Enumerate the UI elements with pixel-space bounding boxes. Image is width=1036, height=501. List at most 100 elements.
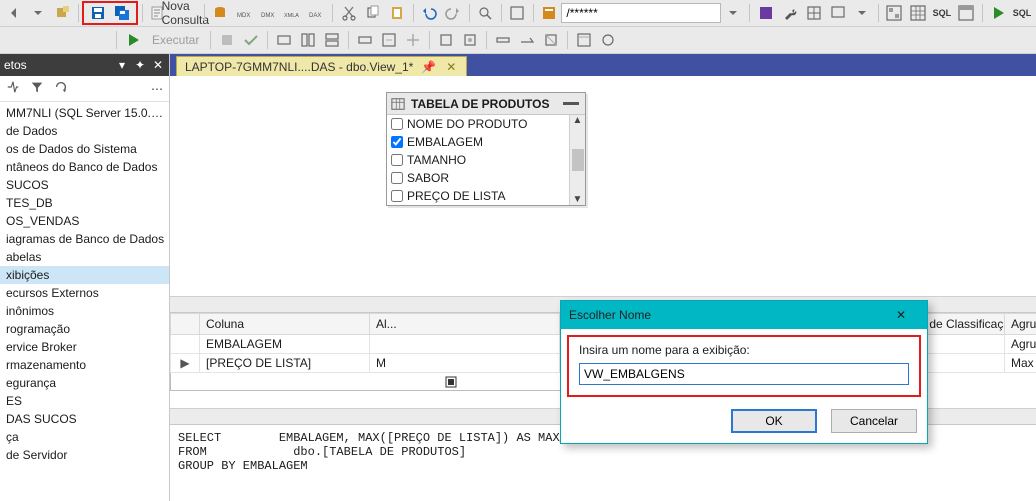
panel-dropdown-icon[interactable]: ▾ (115, 58, 129, 72)
tree-item[interactable]: egurança (0, 374, 169, 392)
tree-item[interactable]: rogramação (0, 320, 169, 338)
scroll-thumb[interactable] (572, 149, 584, 171)
properties-icon[interactable] (538, 2, 560, 24)
copy-icon[interactable] (362, 2, 384, 24)
tools-more-icon[interactable]: ⋯ (151, 82, 163, 96)
refresh-icon[interactable] (54, 80, 68, 97)
tb2-i-icon[interactable] (492, 29, 514, 51)
column-checkbox[interactable] (391, 136, 403, 148)
object-tree[interactable]: MM7NLI (SQL Server 15.0.2000.! de Dados … (0, 102, 169, 501)
column-checkbox[interactable] (391, 154, 403, 166)
column-checkbox[interactable] (391, 118, 403, 130)
criteria-cell[interactable]: [PREÇO DE LISTA] (200, 354, 370, 373)
scroll-down-icon[interactable]: ▼ (573, 194, 583, 205)
tb2-l-icon[interactable] (573, 29, 595, 51)
tb2-g-icon[interactable] (435, 29, 457, 51)
tb2-k-icon[interactable] (540, 29, 562, 51)
tb2-j-icon[interactable] (516, 29, 538, 51)
criteria-cell[interactable] (370, 335, 560, 354)
tree-item[interactable]: DAS SUCOS (0, 410, 169, 428)
pane-sql-icon[interactable]: SQL (931, 2, 953, 24)
tb2-m-icon[interactable] (597, 29, 619, 51)
diagram-pane[interactable]: TABELA DE PRODUTOS NOME DO PRODUTO EMBAL… (170, 76, 1036, 296)
new-query-button[interactable]: Nova Consulta (171, 2, 199, 24)
table-panel-produtos[interactable]: TABELA DE PRODUTOS NOME DO PRODUTO EMBAL… (386, 92, 586, 206)
tb2-b-icon[interactable] (297, 29, 319, 51)
save-button[interactable] (87, 2, 109, 24)
window-icon[interactable] (827, 2, 849, 24)
tree-item[interactable]: MM7NLI (SQL Server 15.0.2000.! (0, 104, 169, 122)
panel-close-icon[interactable]: ✕ (151, 58, 165, 72)
tb2-c-icon[interactable] (321, 29, 343, 51)
pane-diagram-icon[interactable] (883, 2, 905, 24)
minimize-icon[interactable] (563, 102, 579, 105)
tree-item[interactable]: ntâneos do Banco de Dados (0, 158, 169, 176)
paste-icon[interactable] (386, 2, 408, 24)
row-selector[interactable] (170, 335, 200, 354)
execute-button[interactable]: Executar (146, 29, 205, 51)
connect-icon[interactable] (6, 80, 20, 97)
tree-item[interactable]: xibições (0, 266, 169, 284)
execute-play-icon[interactable] (122, 29, 144, 51)
tab-close-icon[interactable]: ✕ (444, 60, 458, 74)
execute-target-icon[interactable] (755, 2, 777, 24)
table-panel-title[interactable]: TABELA DE PRODUTOS (387, 93, 585, 115)
dropdown-icon[interactable] (851, 2, 873, 24)
tb2-f-icon[interactable] (402, 29, 424, 51)
xmla-icon[interactable]: XMLA (281, 2, 303, 24)
column-row[interactable]: PREÇO DE LISTAΣ (387, 187, 585, 205)
tree-item[interactable]: ecursos Externos (0, 284, 169, 302)
mdx-icon[interactable]: MDX (233, 2, 255, 24)
dialog-titlebar[interactable]: Escolher Nome ✕ (561, 301, 927, 329)
tb2-d-icon[interactable] (354, 29, 376, 51)
db-icon-1[interactable] (209, 2, 231, 24)
pane-grid-icon[interactable] (907, 2, 929, 24)
tree-item[interactable]: os de Dados do Sistema (0, 140, 169, 158)
column-checkbox[interactable] (391, 190, 403, 202)
criteria-cell[interactable]: M (370, 354, 560, 373)
back-icon[interactable] (3, 2, 25, 24)
wrench-icon[interactable] (779, 2, 801, 24)
parse-icon[interactable] (240, 29, 262, 51)
grid-icon[interactable] (803, 2, 825, 24)
dialog-close-icon[interactable]: ✕ (883, 301, 919, 329)
cut-icon[interactable] (338, 2, 360, 24)
tree-item[interactable]: inônimos (0, 302, 169, 320)
row-selector[interactable]: ▶ (170, 354, 200, 373)
column-row[interactable]: EMBALAGEM【Ξ (387, 133, 585, 151)
tree-item[interactable]: ça (0, 428, 169, 446)
find-icon[interactable] (474, 2, 496, 24)
tree-item[interactable]: de Dados (0, 122, 169, 140)
criteria-cell[interactable]: Agrupar por (1005, 335, 1036, 354)
tb2-h-icon[interactable] (459, 29, 481, 51)
pane-results-icon[interactable] (955, 2, 977, 24)
stop-icon[interactable] (216, 29, 238, 51)
tb2-e-icon[interactable] (378, 29, 400, 51)
tree-item[interactable]: de Servidor (0, 446, 169, 464)
column-row[interactable]: NOME DO PRODUTO (387, 115, 585, 133)
criteria-cell[interactable]: Max (1005, 354, 1036, 373)
tb2-a-icon[interactable] (273, 29, 295, 51)
ok-button[interactable]: OK (731, 409, 817, 433)
filter-icon[interactable] (30, 80, 44, 97)
tree-item[interactable]: SUCOS (0, 176, 169, 194)
redo-icon[interactable] (442, 2, 464, 24)
panel-pin-icon[interactable]: ✦ (133, 58, 147, 72)
dmx-icon[interactable]: DMX (257, 2, 279, 24)
search-dropdown-icon[interactable] (722, 2, 744, 24)
tree-item[interactable]: rmazenamento (0, 356, 169, 374)
search-box[interactable] (561, 3, 721, 23)
tree-item[interactable]: ervice Broker (0, 338, 169, 356)
tree-item[interactable]: abelas (0, 248, 169, 266)
run-view-icon[interactable] (987, 2, 1009, 24)
save-all-button[interactable] (111, 2, 133, 24)
criteria-cell[interactable]: EMBALAGEM (200, 335, 370, 354)
column-checkbox[interactable] (391, 172, 403, 184)
scroll-up-icon[interactable]: ▲ (573, 115, 583, 126)
dax-icon[interactable]: DAX (305, 2, 327, 24)
table-scroll[interactable]: ▲▼ (569, 115, 585, 205)
cancel-button[interactable]: Cancelar (831, 409, 917, 433)
tab-pin-icon[interactable]: 📌 (421, 60, 436, 74)
undo-icon[interactable] (418, 2, 440, 24)
tree-item[interactable]: ES (0, 392, 169, 410)
